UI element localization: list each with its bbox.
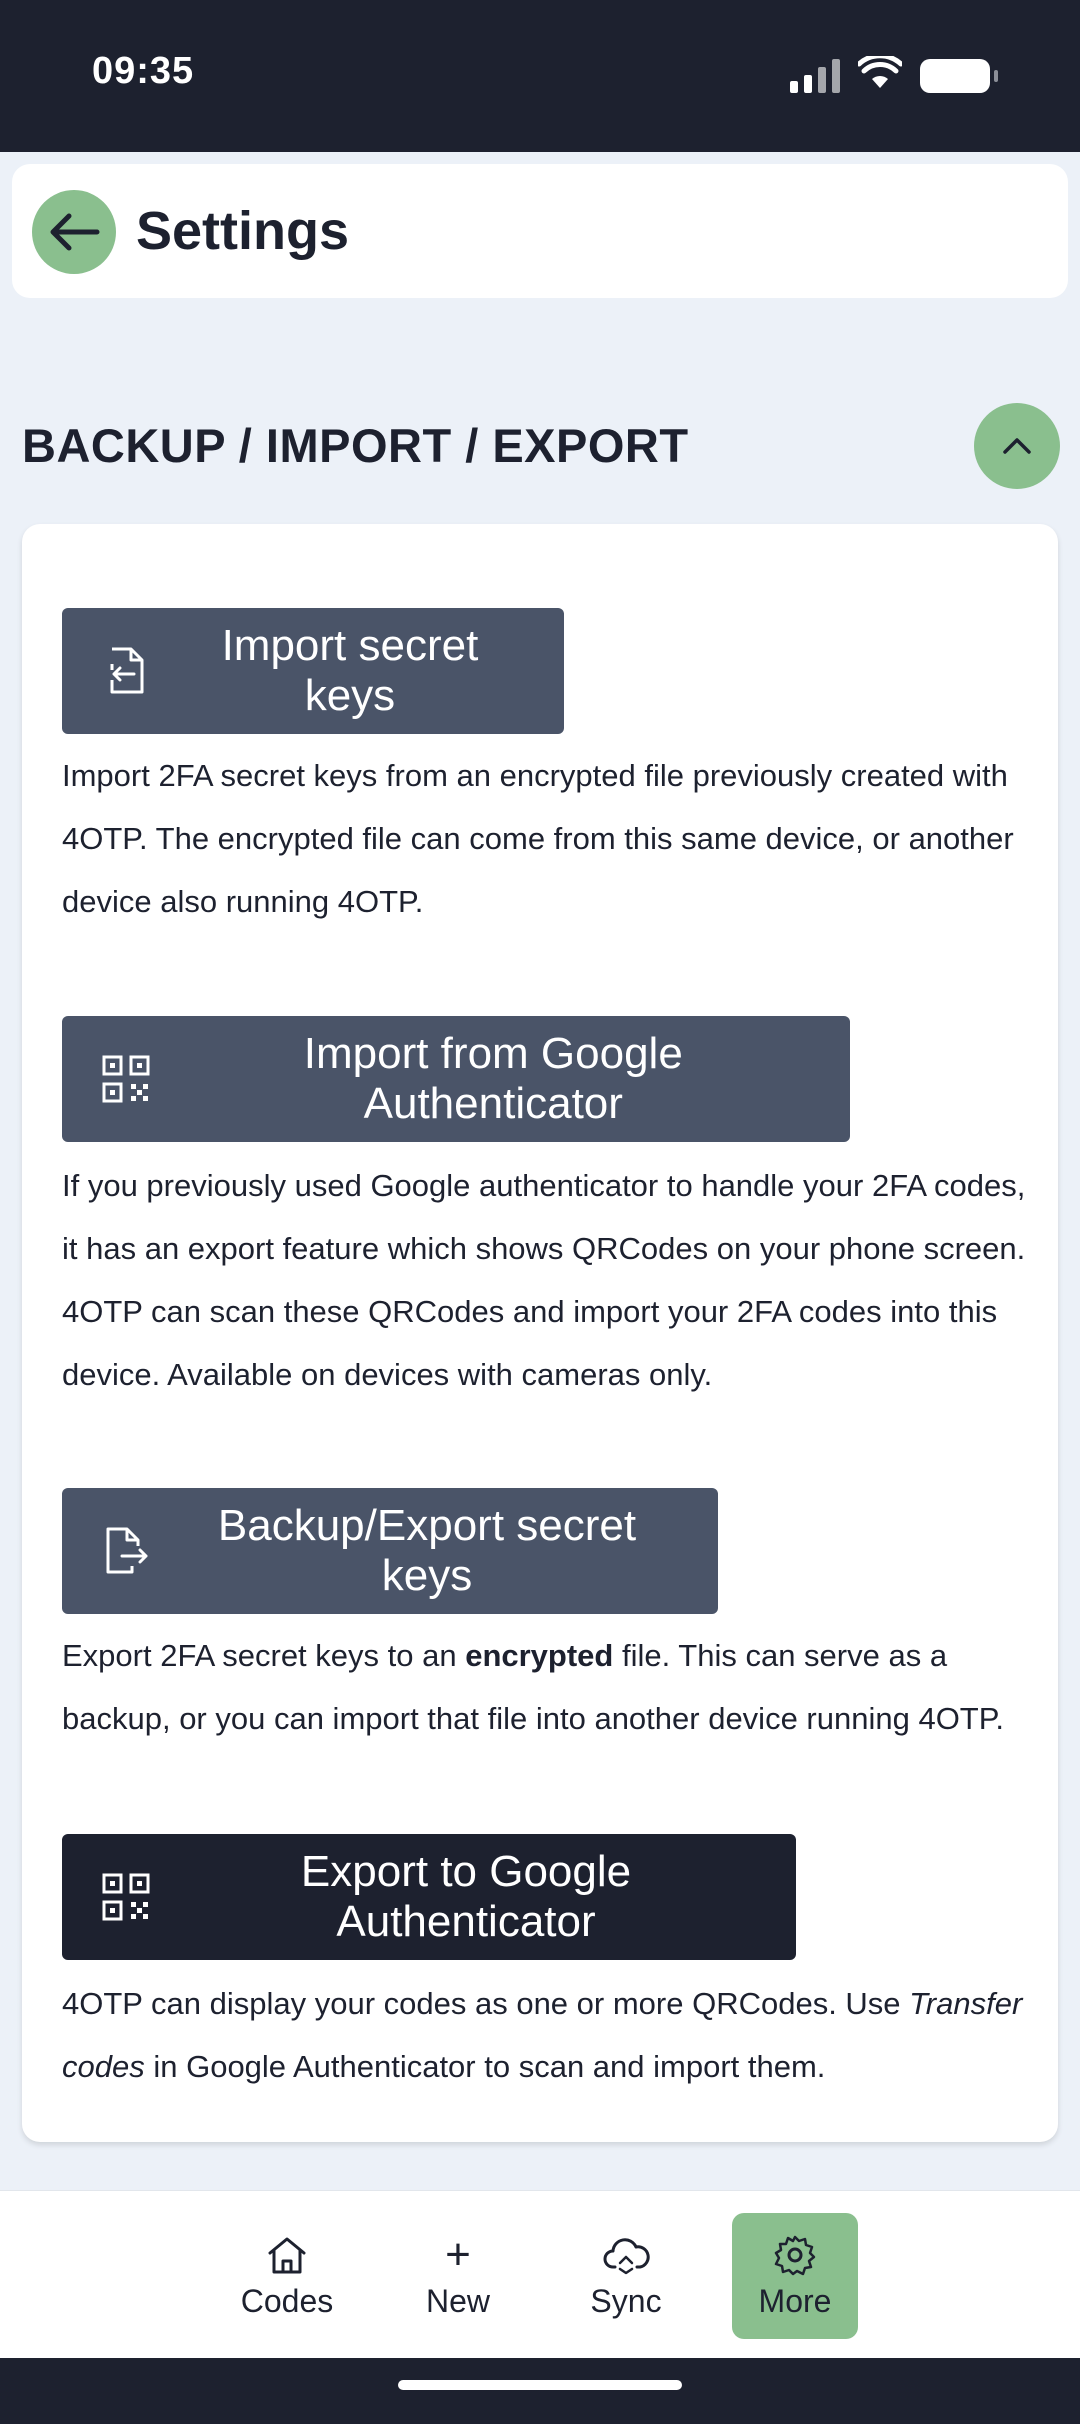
nav-item-codes[interactable]: Codes <box>224 2213 350 2339</box>
collapse-section-button[interactable] <box>974 403 1060 489</box>
signal-icon <box>790 58 840 93</box>
export-google-authenticator-button[interactable]: Export to Google Authenticator <box>62 1834 796 1960</box>
import-secret-keys-description: Import 2FA secret keys from an encrypted… <box>62 758 1014 919</box>
import-secret-keys-button[interactable]: Import secret keys <box>62 608 564 734</box>
export-google-authenticator-description: 4OTP can display your codes as one or mo… <box>62 1972 1042 2098</box>
home-gesture-handle[interactable] <box>398 2380 682 2390</box>
gear-icon <box>774 2233 816 2277</box>
gesture-bar <box>0 2358 1080 2424</box>
home-icon <box>266 2233 308 2277</box>
cloud-sync-icon <box>602 2233 650 2277</box>
nav-item-new[interactable]: + New <box>395 2213 521 2339</box>
backup-export-description-start: Export 2FA secret keys to an <box>62 1638 466 1673</box>
file-import-icon <box>102 646 150 696</box>
import-google-authenticator-button[interactable]: Import from Google Authenticator <box>62 1016 850 1142</box>
backup-export-secret-keys-label: Backup/Export secret keys <box>217 1501 637 1600</box>
qrcode-icon <box>102 1872 150 1922</box>
bottom-nav: Codes + New Sync More <box>0 2190 1080 2358</box>
backup-card: Import secret keys Import 2FA secret key… <box>22 524 1058 2142</box>
page-title: Settings <box>136 201 350 261</box>
nav-label-new: New <box>425 2282 490 2319</box>
chevron-up-icon <box>1003 438 1031 454</box>
status-time: 09:35 <box>92 50 195 92</box>
nav-item-more[interactable]: More <box>732 2213 858 2339</box>
backup-export-secret-keys-button[interactable]: Backup/Export secret keys <box>62 1488 718 1614</box>
wifi-icon <box>856 53 904 95</box>
export-google-description-start: 4OTP can display your codes as one or mo… <box>62 1986 910 2021</box>
encrypted-emphasis: encrypted <box>465 1638 614 1673</box>
import-secret-keys-label: Import secret keys <box>221 621 479 720</box>
back-button[interactable] <box>32 190 116 274</box>
nav-label-codes: Codes <box>240 2282 334 2319</box>
backup-export-description: Export 2FA secret keys to an encrypted f… <box>62 1624 1042 1750</box>
section-title: BACKUP / IMPORT / EXPORT <box>22 419 689 472</box>
qrcode-icon <box>102 1054 151 1104</box>
status-bar: 09:35 <box>0 0 1080 152</box>
nav-item-sync[interactable]: Sync <box>563 2213 689 2339</box>
arrow-left-icon <box>50 213 100 251</box>
file-export-icon <box>102 1526 150 1576</box>
nav-label-sync: Sync <box>590 2282 662 2319</box>
import-google-authenticator-label: Import from Google Authenticator <box>303 1029 683 1128</box>
battery-icon <box>920 58 998 93</box>
import-google-authenticator-description: If you previously used Google authentica… <box>62 1168 1026 1392</box>
plus-icon: + <box>445 2229 471 2279</box>
nav-label-more: More <box>758 2282 832 2319</box>
app-header: Settings <box>12 164 1068 298</box>
export-google-authenticator-label: Export to Google Authenticator <box>300 1847 632 1946</box>
export-google-description-end: in Google Authenticator to scan and impo… <box>144 2049 826 2084</box>
status-icons <box>790 53 998 95</box>
